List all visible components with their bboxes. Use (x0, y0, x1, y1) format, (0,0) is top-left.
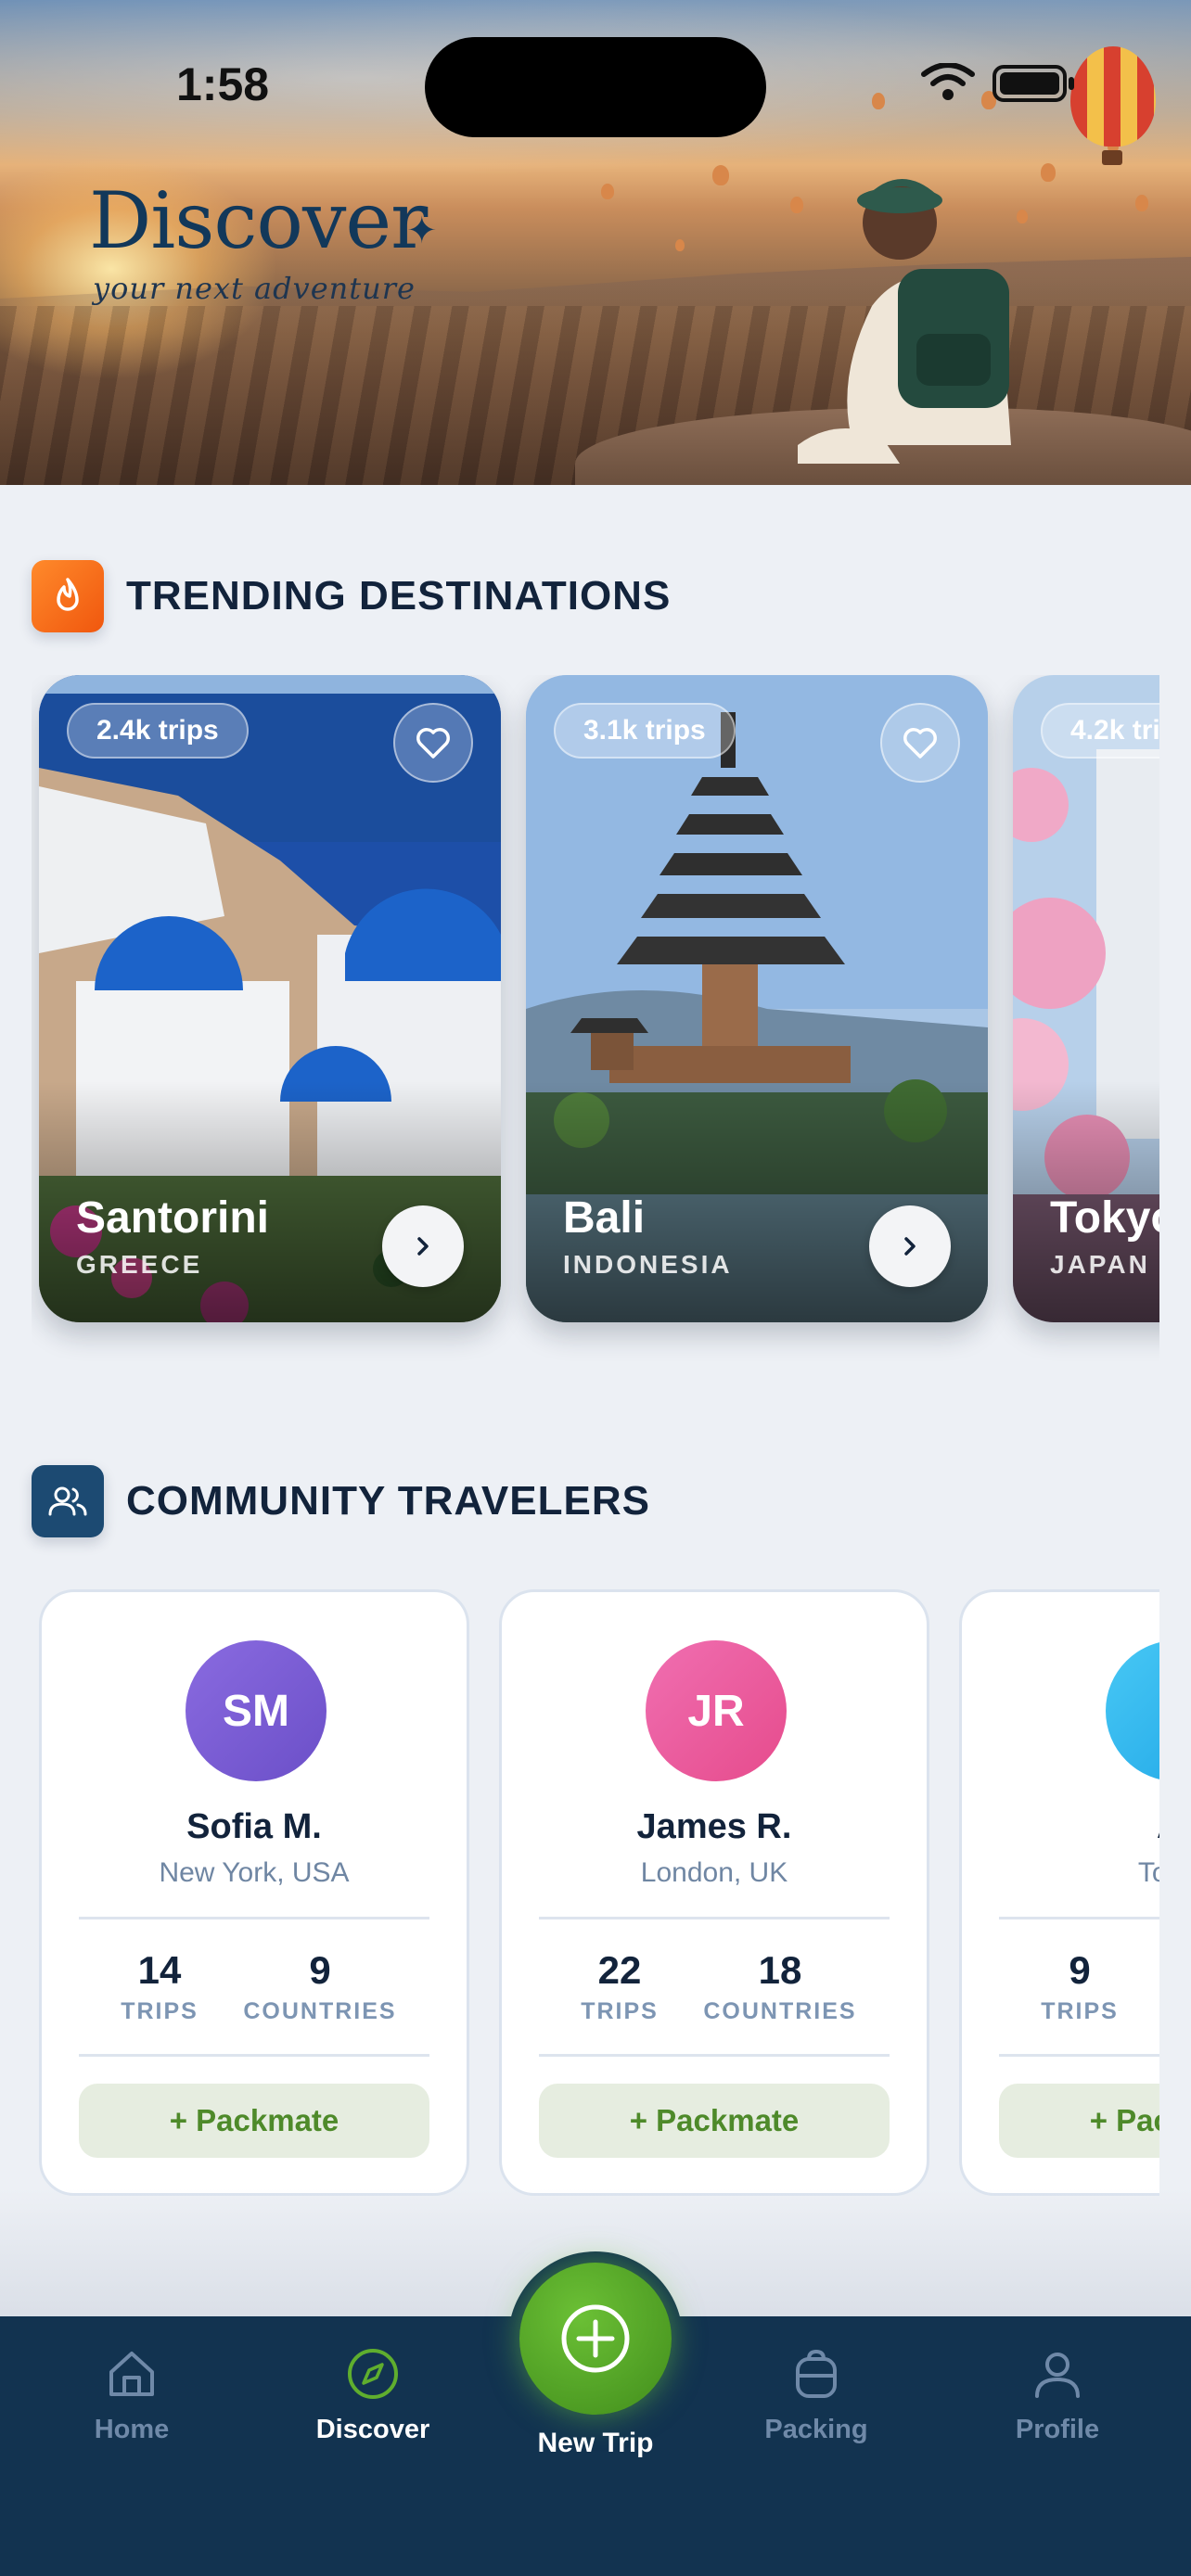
tab-home[interactable]: Home (39, 2346, 224, 2445)
trips-stat: 9 TRIPS (1029, 1948, 1131, 2025)
tab-packing[interactable]: Packing (724, 2346, 909, 2445)
status-icons (921, 63, 1074, 102)
balloon (1041, 163, 1056, 182)
home-icon (109, 2352, 154, 2396)
avatar: JR (646, 1640, 787, 1781)
open-destination-button[interactable] (869, 1205, 951, 1287)
section-title-trending: TRENDING DESTINATIONS (126, 573, 672, 618)
add-packmate-button[interactable]: + Packmate (999, 2084, 1159, 2158)
dynamic-island (425, 37, 766, 137)
traveler-name: Ai (962, 1807, 1159, 1847)
tab-label: Packing (764, 2415, 868, 2444)
travelers-carousel[interactable]: SM Sofia M. New York, USA 14 TRIPS 9 COU… (32, 1589, 1159, 2201)
divider (539, 2054, 890, 2057)
destination-name: Tokyo (1050, 1193, 1159, 1243)
favorite-button[interactable] (393, 703, 473, 783)
traveler-name: James R. (636, 1807, 792, 1846)
favorite-button[interactable] (880, 703, 960, 783)
countries-label: COUNTRIES (703, 1998, 857, 2024)
trip-count-badge: 4.2k trips (1041, 703, 1159, 759)
status-time: 1:58 (176, 58, 270, 110)
page-title: Discover (89, 175, 428, 266)
plus-circle-icon (561, 2304, 630, 2373)
wifi-icon (921, 63, 975, 100)
divider (79, 1917, 429, 1919)
new-trip-label: New Trip (537, 2428, 654, 2458)
countries-stat: COUNTRIES (1147, 1948, 1159, 1981)
destination-country: INDONESIA (563, 1250, 733, 1279)
chevron-right-icon (417, 1237, 429, 1256)
destination-country: JAPAN (1050, 1250, 1150, 1279)
traveler-location: New York, USA (159, 1857, 350, 1888)
trips-label: TRIPS (1041, 1998, 1119, 2024)
destination-name: Santorini (76, 1193, 270, 1243)
trending-section-header: TRENDING DESTINATIONS (32, 560, 671, 632)
tab-label: Discover (315, 2415, 430, 2444)
traveler-name: Sofia M. (186, 1807, 322, 1846)
tab-label: Home (94, 2415, 170, 2444)
open-destination-button[interactable] (382, 1205, 464, 1287)
trips-label: TRIPS (581, 1998, 659, 2024)
divider (999, 1917, 1159, 1919)
traveler-location: Tokyo (1137, 1857, 1159, 1888)
header-brand: Discover ✦ your next adventure (89, 175, 438, 306)
divider (999, 2054, 1159, 2057)
user-icon (1035, 2353, 1080, 2398)
avatar: SM (186, 1640, 327, 1781)
balloon (675, 239, 685, 251)
destination-carousel[interactable]: 2.4k trips Santorini GREECE 3.1k trips B… (32, 675, 1159, 1367)
countries-stat: 9 COUNTRIES (227, 1948, 413, 2025)
balloon (1135, 195, 1148, 211)
trips-stat: 22 TRIPS (569, 1948, 671, 2025)
balloon (601, 184, 614, 199)
destination-card-santorini[interactable]: 2.4k trips Santorini GREECE (39, 675, 501, 1322)
countries-label: COUNTRIES (1147, 1954, 1159, 1981)
countries-count: 9 (309, 1948, 331, 1992)
hero-banner: 1:58 Discover ✦ your next adventure (0, 0, 1191, 485)
traveler-card[interactable]: A Ai Tokyo 9 TRIPS COUNTRIES + Packmate (959, 1589, 1159, 2196)
trip-count-badge: 3.1k trips (554, 703, 736, 759)
users-icon (32, 1465, 104, 1537)
countries-count: 18 (758, 1948, 802, 1992)
destination-name: Bali (563, 1193, 646, 1243)
traveler-location: London, UK (640, 1857, 788, 1888)
battery-icon (992, 65, 1074, 102)
add-packmate-button[interactable]: + Packmate (539, 2084, 890, 2158)
community-section-header: COMMUNITY TRAVELERS (32, 1465, 650, 1537)
trips-label: TRIPS (121, 1998, 198, 2024)
divider (539, 1917, 890, 1919)
traveler-illustration (798, 178, 1011, 464)
destination-card-bali[interactable]: 3.1k trips Bali INDONESIA (526, 675, 988, 1322)
countries-stat: 18 COUNTRIES (687, 1948, 873, 2025)
traveler-card[interactable]: JR James R. London, UK 22 TRIPS 18 COUNT… (499, 1589, 929, 2196)
compass-icon (348, 2349, 398, 2399)
divider (79, 2054, 429, 2057)
heart-icon (903, 728, 937, 759)
backpack-icon (796, 2349, 837, 2398)
section-title-community: COMMUNITY TRAVELERS (126, 1478, 650, 1524)
destination-card-tokyo[interactable]: 4.2k trips Tokyo JAPAN (1013, 675, 1159, 1322)
avatar: A (1106, 1640, 1159, 1781)
trips-count: 9 (1069, 1948, 1091, 1992)
flame-icon (32, 560, 104, 632)
balloon (712, 165, 729, 185)
trips-stat: 14 TRIPS (109, 1948, 211, 2025)
traveler-card[interactable]: SM Sofia M. New York, USA 14 TRIPS 9 COU… (39, 1589, 469, 2196)
destination-country: GREECE (76, 1250, 203, 1279)
tab-profile[interactable]: Profile (965, 2346, 1150, 2445)
trips-count: 22 (597, 1948, 642, 1992)
trips-count: 14 (137, 1948, 182, 1992)
new-trip-button[interactable] (519, 2263, 672, 2415)
tab-label: Profile (1015, 2415, 1100, 2444)
trip-count-badge: 2.4k trips (67, 703, 249, 759)
add-packmate-button[interactable]: + Packmate (79, 2084, 429, 2158)
countries-label: COUNTRIES (243, 1998, 397, 2024)
chevron-right-icon (904, 1237, 916, 1256)
page-subtitle: your next adventure (93, 271, 416, 306)
balloon (872, 93, 885, 109)
tab-discover[interactable]: Discover (280, 2346, 466, 2445)
sparkle-icon: ✦ (406, 210, 438, 252)
heart-icon (416, 728, 450, 759)
